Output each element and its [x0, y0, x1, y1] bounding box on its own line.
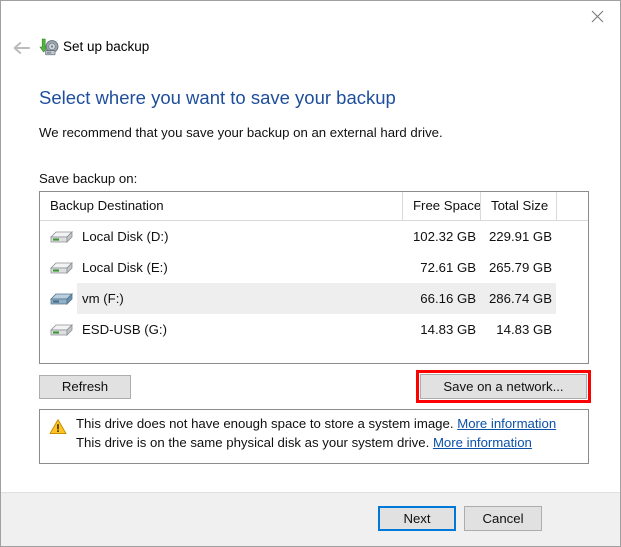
main-content: Select where you want to save your backu…: [1, 71, 620, 469]
cell-destination: vm (F:): [82, 291, 124, 306]
back-arrow-icon: [13, 42, 30, 54]
warning-line-1-text: This drive does not have enough space to…: [76, 416, 454, 431]
table-row[interactable]: Local Disk (E:) 72.61 GB 265.79 GB: [40, 252, 588, 283]
hard-drive-icon: [48, 319, 74, 341]
navigation-row: Set up backup: [1, 34, 620, 62]
page-title: Select where you want to save your backu…: [39, 87, 396, 108]
warning-line-2: This drive is on the same physical disk …: [76, 434, 582, 452]
backup-disk-icon: [39, 37, 59, 57]
cell-free-space: 14.83 GB: [420, 322, 476, 337]
cell-destination: Local Disk (D:): [82, 229, 169, 244]
setup-backup-dialog: Set up backup Select where you want to s…: [0, 0, 621, 547]
refresh-button[interactable]: Refresh: [39, 375, 131, 399]
cell-total-size: 14.83 GB: [496, 322, 552, 337]
more-information-link-1[interactable]: More information: [457, 416, 556, 431]
app-title: Set up backup: [63, 39, 150, 54]
warning-messages: This drive does not have enough space to…: [76, 415, 582, 453]
title-bar: [1, 1, 620, 31]
cell-total-size: 229.91 GB: [488, 229, 552, 244]
table-header-row: Backup Destination Free Space Total Size: [40, 192, 588, 221]
column-header-spacer: [556, 192, 558, 220]
cell-free-space: 66.16 GB: [420, 291, 476, 306]
table-row-selected[interactable]: vm (F:) 66.16 GB 286.74 GB: [40, 283, 588, 314]
page-subtitle: We recommend that you save your backup o…: [39, 125, 443, 140]
hard-drive-icon: [48, 226, 74, 248]
hard-drive-icon: [48, 257, 74, 279]
back-button[interactable]: [10, 36, 34, 60]
cancel-button[interactable]: Cancel: [464, 506, 542, 531]
column-header-total-size: Total Size: [480, 192, 548, 220]
hard-drive-icon: [48, 288, 74, 310]
warning-line-1: This drive does not have enough space to…: [76, 415, 582, 433]
warning-line-2-text: This drive is on the same physical disk …: [76, 435, 430, 450]
dialog-footer: Next Cancel: [1, 492, 620, 546]
table-body: Local Disk (D:) 102.32 GB 229.91 GB Loca…: [40, 221, 588, 345]
backup-destination-table: Backup Destination Free Space Total Size: [39, 191, 589, 364]
table-row[interactable]: Local Disk (D:) 102.32 GB 229.91 GB: [40, 221, 588, 252]
cell-total-size: 286.74 GB: [488, 291, 552, 306]
close-icon: [591, 10, 603, 22]
next-button[interactable]: Next: [378, 506, 456, 531]
close-button[interactable]: [574, 1, 620, 31]
save-on-network-button[interactable]: Save on a network...: [420, 374, 587, 399]
table-row[interactable]: ESD-USB (G:) 14.83 GB 14.83 GB: [40, 314, 588, 345]
cell-destination: ESD-USB (G:): [82, 322, 167, 337]
column-header-free-space: Free Space: [402, 192, 481, 220]
column-header-destination: Backup Destination: [50, 198, 164, 213]
warning-triangle-icon: [49, 418, 67, 436]
more-information-link-2[interactable]: More information: [433, 435, 532, 450]
cell-destination: Local Disk (E:): [82, 260, 168, 275]
warning-panel: This drive does not have enough space to…: [39, 409, 589, 464]
cell-free-space: 102.32 GB: [412, 229, 476, 244]
save-backup-on-label: Save backup on:: [39, 171, 138, 186]
cell-total-size: 265.79 GB: [488, 260, 552, 275]
cell-free-space: 72.61 GB: [420, 260, 476, 275]
